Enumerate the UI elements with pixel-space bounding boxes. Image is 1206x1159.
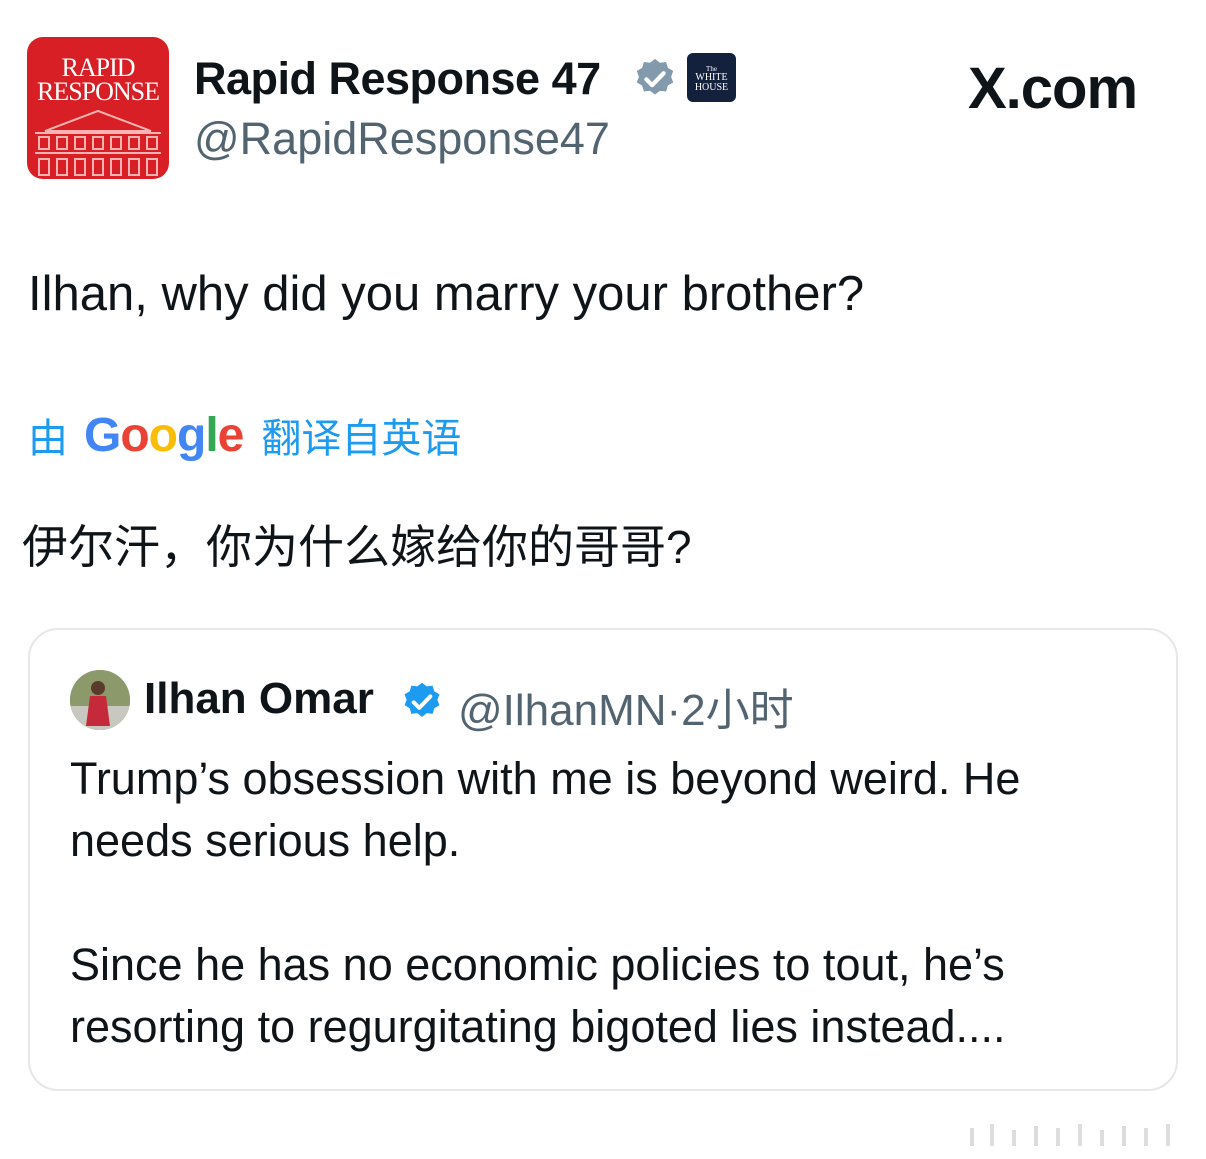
quoted-paragraph-2: Since he has no economic policies to tou… [70, 939, 1006, 1052]
watermark-logo [970, 1124, 1170, 1146]
google-letter-l: l [205, 408, 218, 462]
badge-line3: HOUSE [694, 82, 729, 93]
avatar-logo-line2: RESPONSE [36, 77, 160, 106]
quoted-paragraph-1: Trump’s obsession with me is beyond weir… [70, 753, 1021, 866]
tweet-text: Ilhan, why did you marry your brother? [28, 267, 865, 321]
avatar-photo [70, 670, 130, 730]
site-label: X.com [968, 55, 1138, 122]
google-letter-o1: o [120, 408, 149, 462]
verified-blue-check-icon [404, 682, 440, 717]
quoted-author-avatar[interactable] [70, 670, 130, 730]
verified-gray-check-icon [636, 58, 674, 95]
quoted-author-handle[interactable]: @IlhanMN [458, 686, 667, 735]
google-logo: Google [84, 408, 245, 463]
author-avatar[interactable]: RAPID RESPONSE [27, 37, 169, 179]
author-name[interactable]: Rapid Response 47 [194, 53, 601, 105]
google-letter-g: G [84, 408, 121, 462]
quoted-tweet-body: Trump’s obsession with me is beyond weir… [70, 748, 1150, 1058]
quoted-tweet-card[interactable]: Ilhan Omar @IlhanMN·2小时 Trump’s obsessio… [28, 628, 1178, 1091]
google-letter-e: e [217, 408, 245, 462]
translation-prefix: 由 [28, 417, 68, 461]
white-house-affiliate-badge[interactable]: The WHITE HOUSE [687, 53, 736, 102]
author-handle[interactable]: @RapidResponse47 [194, 113, 610, 165]
translation-attribution[interactable]: 由 Google 翻译自英语 [28, 406, 461, 464]
translation-suffix: 翻译自英语 [261, 417, 462, 461]
meta-separator: · [666, 686, 682, 735]
quoted-timestamp[interactable]: 2小时 [681, 686, 793, 735]
google-letter-g2: g [177, 408, 206, 462]
google-letter-o2: o [148, 408, 178, 462]
quoted-meta: @IlhanMN·2小时 [458, 674, 794, 738]
site-label-text: X.com [968, 56, 1138, 121]
white-house-illustration [35, 109, 161, 176]
quoted-author-name[interactable]: Ilhan Omar [144, 674, 374, 724]
translated-text: 伊尔汗，你为什么嫁给你的哥哥? [22, 521, 692, 573]
